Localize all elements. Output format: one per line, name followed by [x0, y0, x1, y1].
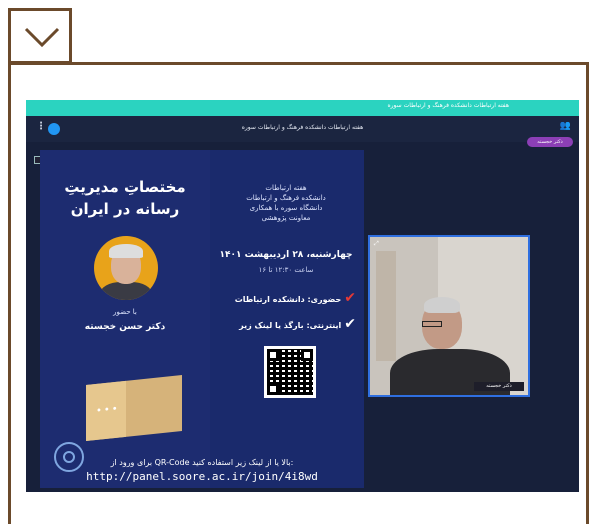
webcam-video[interactable]: ⤢ دکتر خجسته: [368, 235, 530, 397]
university-emblem-icon: [54, 442, 84, 472]
poster-header-line-2: دانشکده فرهنگ و ارتباطات: [246, 194, 326, 202]
event-date: چهارشنبه، ۲۸ اردیبهشت ۱۴۰۱: [219, 250, 353, 260]
meeting-banner: هفته ارتباطات دانشکده فرهنگ و ارتباطات س…: [26, 100, 579, 116]
online-row: اینترنتی: بارگذ یا لینک زیر ✔: [216, 316, 356, 332]
meeting-screenshot: هفته ارتباطات دانشکده فرهنگ و ارتباطات س…: [26, 100, 579, 492]
fullscreen-icon[interactable]: ⤢: [374, 240, 379, 248]
poster-header-line-3: دانشگاه سوره با همکاری: [249, 204, 323, 212]
in-person-row: حضوری: دانشکده ارتباطات ✔: [216, 290, 356, 306]
in-person-label: حضوری: دانشکده ارتباطات: [234, 295, 342, 304]
meeting-title: هفته ارتباطات دانشکده فرهنگ و ارتباطات س…: [241, 124, 364, 131]
join-url[interactable]: http://panel.soore.ac.ir/join/4i8wd: [44, 470, 360, 483]
expand-toggle-button[interactable]: [8, 8, 72, 64]
red-check-icon: ✔: [344, 290, 356, 306]
event-time: ساعت ۱۲:۳۰ تا ۱۶: [258, 266, 314, 274]
poster-title-line2: رسانه در ایران: [70, 200, 180, 218]
presenter-pill[interactable]: دکتر خجسته: [527, 137, 573, 147]
speaker-portrait: [94, 236, 158, 300]
online-label: اینترنتی: بارگذ یا لینک زیر: [239, 321, 342, 330]
webcam-name-tag: دکتر خجسته: [474, 382, 524, 391]
shared-presentation: مختصاتِ مدیریتِ رسانه در ایران با حضور د…: [34, 150, 364, 488]
banner-text: هفته ارتباطات دانشکده فرهنگ و ارتباطات س…: [387, 102, 509, 109]
poster-header-line-1: هفته ارتباطات: [265, 184, 307, 192]
box-illustration: •••: [86, 374, 182, 442]
chevron-down-icon: [24, 27, 60, 48]
participants-icon[interactable]: 👥: [560, 121, 571, 131]
qr-code[interactable]: [264, 346, 316, 398]
meeting-topbar: ⋮ هفته ارتباطات دانشکده فرهنگ و ارتباطات…: [26, 116, 579, 142]
with-presence-label: با حضور: [113, 308, 137, 316]
poster-left-panel: مختصاتِ مدیریتِ رسانه در ایران با حضور د…: [40, 150, 210, 488]
poster-header-line-4: معاونت پژوهشی: [261, 214, 311, 222]
poster-title-line1: مختصاتِ مدیریتِ: [64, 178, 186, 196]
join-instruction: برای ورود از QR-Code بالا یا از لینک زیر…: [110, 458, 294, 467]
speaker-name: دکتر حسن خجسته: [84, 322, 166, 332]
white-check-icon: ✔: [344, 316, 356, 332]
